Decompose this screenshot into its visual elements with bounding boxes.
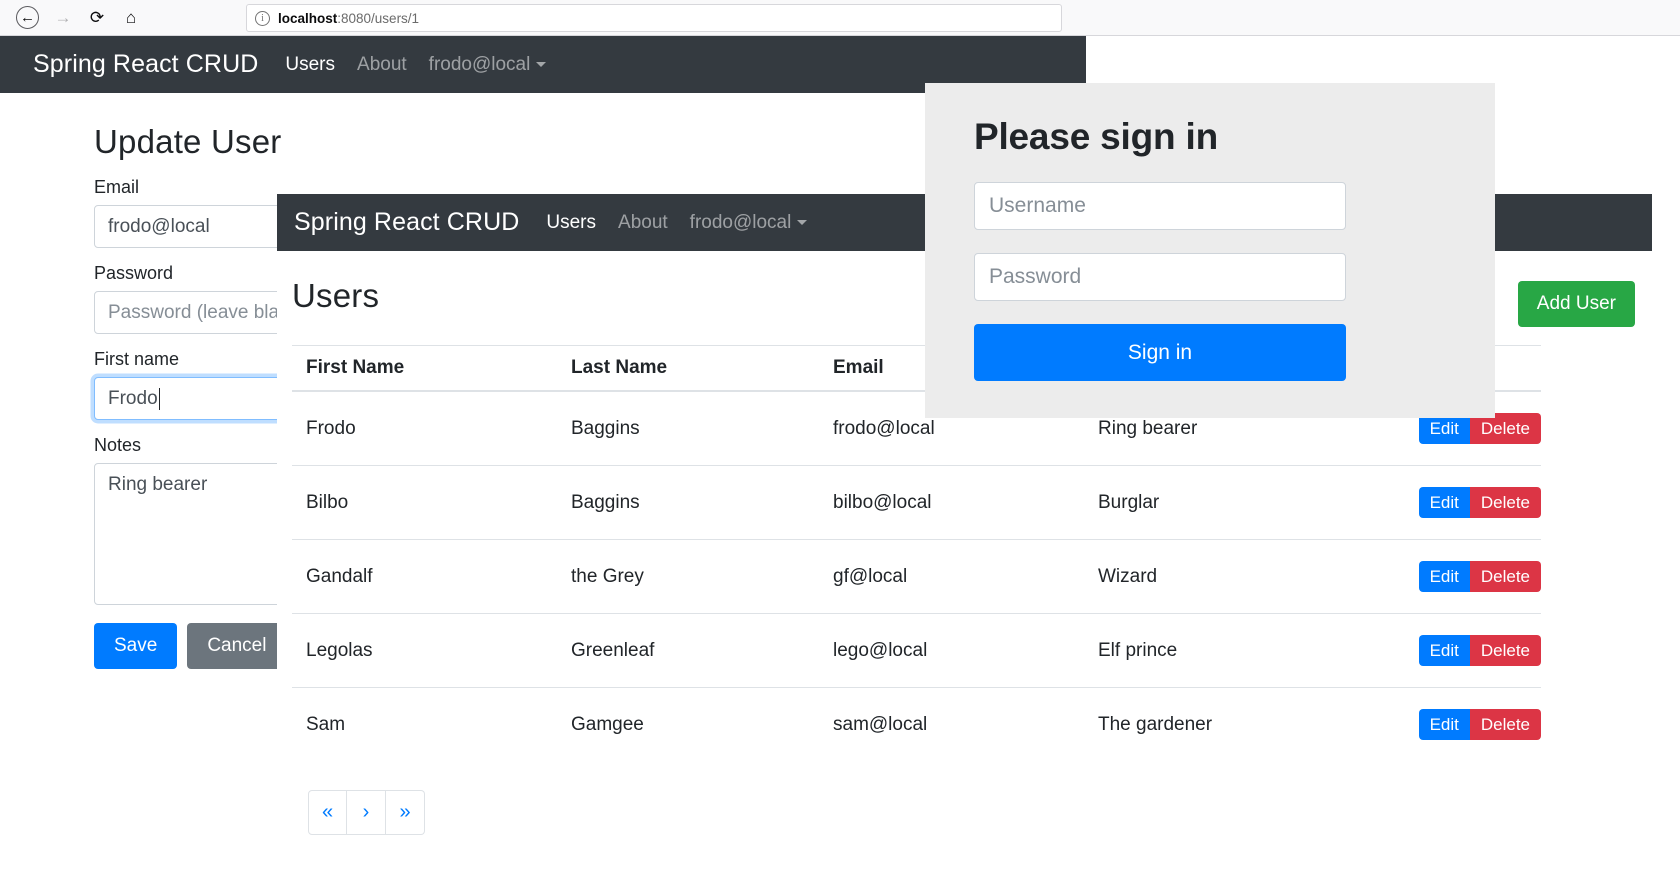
url-path: :8080/users/1 bbox=[337, 11, 419, 26]
notes-value: Ring bearer bbox=[108, 474, 207, 495]
reload-icon[interactable]: ⟳ bbox=[87, 8, 107, 28]
signin-title: Please sign in bbox=[974, 116, 1446, 158]
navbar-brand[interactable]: Spring React CRUD bbox=[294, 208, 519, 237]
cell-email: gf@local bbox=[819, 540, 1084, 614]
browser-nav-buttons: ← → ⟳ ⌂ bbox=[0, 6, 141, 29]
navbar-window-a: Spring React CRUD Users About frodo@loca… bbox=[0, 36, 1086, 93]
nav-user-label: frodo@local bbox=[690, 212, 792, 234]
add-user-button[interactable]: Add User bbox=[1518, 281, 1635, 327]
pagination: « › » bbox=[308, 790, 425, 835]
row-action-group: Edit Delete bbox=[1419, 561, 1541, 592]
cell-actions: Edit Delete bbox=[1369, 540, 1541, 614]
signin-modal: Please sign in Username Password Sign in bbox=[925, 83, 1495, 418]
cell-actions: Edit Delete bbox=[1369, 466, 1541, 540]
cell-email: bilbo@local bbox=[819, 466, 1084, 540]
password-input[interactable]: Password bbox=[974, 253, 1346, 301]
cell-first-name: Gandalf bbox=[292, 540, 557, 614]
cell-first-name: Frodo bbox=[292, 391, 557, 466]
edit-button[interactable]: Edit bbox=[1419, 635, 1470, 666]
pagination-last-page[interactable]: » bbox=[386, 790, 425, 835]
address-bar[interactable]: i localhost :8080/users/1 bbox=[246, 4, 1062, 32]
column-header-first-name: First Name bbox=[292, 346, 557, 392]
column-header-last-name: Last Name bbox=[557, 346, 819, 392]
username-input[interactable]: Username bbox=[974, 182, 1346, 230]
delete-button[interactable]: Delete bbox=[1470, 561, 1541, 592]
nav-user-label: frodo@local bbox=[429, 54, 531, 76]
edit-button[interactable]: Edit bbox=[1419, 709, 1470, 740]
table-row: Bilbo Baggins bilbo@local Burglar Edit D… bbox=[292, 466, 1541, 540]
cell-last-name: the Grey bbox=[557, 540, 819, 614]
back-arrow-icon[interactable]: ← bbox=[16, 6, 39, 29]
pagination-first-page[interactable]: « bbox=[308, 790, 347, 835]
cell-notes: Burglar bbox=[1084, 466, 1369, 540]
username-placeholder: Username bbox=[989, 194, 1086, 218]
cancel-button[interactable]: Cancel bbox=[187, 623, 286, 669]
cell-actions: Edit Delete bbox=[1369, 614, 1541, 688]
cell-last-name: Gamgee bbox=[557, 688, 819, 762]
signin-form: Please sign in Username Password Sign in bbox=[925, 83, 1495, 381]
cell-last-name: Greenleaf bbox=[557, 614, 819, 688]
forward-arrow-icon: → bbox=[53, 8, 73, 28]
edit-button[interactable]: Edit bbox=[1419, 487, 1470, 518]
row-action-group: Edit Delete bbox=[1419, 635, 1541, 666]
nav-item-users[interactable]: Users bbox=[285, 54, 335, 76]
signin-submit-button[interactable]: Sign in bbox=[974, 324, 1346, 381]
cell-notes: The gardener bbox=[1084, 688, 1369, 762]
pagination-next-page[interactable]: › bbox=[347, 790, 386, 835]
url-host: localhost bbox=[278, 11, 337, 26]
cell-last-name: Baggins bbox=[557, 391, 819, 466]
table-row: Sam Gamgee sam@local The gardener Edit D… bbox=[292, 688, 1541, 762]
table-row: Gandalf the Grey gf@local Wizard Edit De… bbox=[292, 540, 1541, 614]
home-icon[interactable]: ⌂ bbox=[121, 8, 141, 28]
row-action-group: Edit Delete bbox=[1419, 487, 1541, 518]
nav-item-about[interactable]: About bbox=[618, 212, 668, 234]
chevron-down-icon bbox=[536, 62, 546, 67]
cell-first-name: Legolas bbox=[292, 614, 557, 688]
cell-notes: Elf prince bbox=[1084, 614, 1369, 688]
cell-actions: Edit Delete bbox=[1369, 688, 1541, 762]
navbar-brand[interactable]: Spring React CRUD bbox=[33, 50, 258, 79]
delete-button[interactable]: Delete bbox=[1470, 709, 1541, 740]
row-action-group: Edit Delete bbox=[1419, 709, 1541, 740]
cell-email: sam@local bbox=[819, 688, 1084, 762]
edit-button[interactable]: Edit bbox=[1419, 561, 1470, 592]
save-button[interactable]: Save bbox=[94, 623, 177, 669]
table-row: Legolas Greenleaf lego@local Elf prince … bbox=[292, 614, 1541, 688]
cell-first-name: Sam bbox=[292, 688, 557, 762]
email-value: frodo@local bbox=[108, 216, 210, 238]
cell-email: lego@local bbox=[819, 614, 1084, 688]
firstname-value: Frodo bbox=[108, 388, 158, 410]
text-cursor bbox=[159, 388, 161, 410]
chevron-down-icon bbox=[797, 220, 807, 225]
nav-item-about[interactable]: About bbox=[357, 54, 407, 76]
password-placeholder: Password bbox=[989, 265, 1081, 289]
delete-button[interactable]: Delete bbox=[1470, 635, 1541, 666]
browser-toolbar: ← → ⟳ ⌂ i localhost :8080/users/1 bbox=[0, 0, 1680, 36]
nav-user-dropdown[interactable]: frodo@local bbox=[690, 212, 808, 234]
nav-user-dropdown[interactable]: frodo@local bbox=[429, 54, 547, 76]
cell-last-name: Baggins bbox=[557, 466, 819, 540]
users-table-body: Frodo Baggins frodo@local Ring bearer Ed… bbox=[292, 391, 1541, 761]
cell-first-name: Bilbo bbox=[292, 466, 557, 540]
nav-item-users[interactable]: Users bbox=[546, 212, 596, 234]
screen: ← → ⟳ ⌂ i localhost :8080/users/1 Spring… bbox=[0, 0, 1680, 896]
cell-notes: Wizard bbox=[1084, 540, 1369, 614]
site-info-icon[interactable]: i bbox=[255, 11, 270, 26]
delete-button[interactable]: Delete bbox=[1470, 487, 1541, 518]
